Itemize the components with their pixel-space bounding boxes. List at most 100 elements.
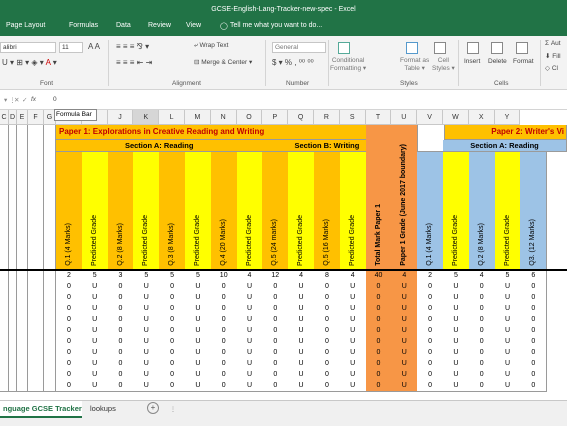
cell-value: 0 <box>531 382 536 389</box>
data-cell[interactable]: U <box>391 380 419 392</box>
cell-value: 0 <box>479 371 484 378</box>
column-header-r[interactable]: R <box>314 110 340 125</box>
tell-me-box[interactable]: Tell me what you want to do... <box>230 22 322 29</box>
column-header-s[interactable]: S <box>339 110 366 125</box>
data-cell[interactable]: 0 <box>210 380 238 392</box>
column-header-k[interactable]: K <box>133 110 160 125</box>
number-format-box[interactable]: General <box>272 42 326 53</box>
cell-value: 0 <box>479 316 484 323</box>
data-cell[interactable]: 0 <box>365 380 393 392</box>
tab-formulas[interactable]: Formulas <box>69 22 98 29</box>
delete-icon[interactable] <box>491 42 503 54</box>
data-cell[interactable]: U <box>443 380 470 392</box>
delete-button[interactable]: Delete <box>488 58 507 65</box>
clear-button[interactable]: ◇ Cl <box>545 64 558 72</box>
format-icon[interactable] <box>516 42 528 54</box>
cell-value: U <box>92 338 98 345</box>
cell-value: 0 <box>428 283 433 290</box>
separator <box>540 40 541 86</box>
cell-value: 12 <box>271 272 280 279</box>
cell-styles-button[interactable]: Cell Styles ▾ <box>432 57 455 72</box>
cell-value: U <box>401 349 407 356</box>
data-cell[interactable] <box>28 380 44 392</box>
insert-button[interactable]: Insert <box>464 58 480 65</box>
data-cell[interactable]: U <box>288 380 315 392</box>
data-cell[interactable] <box>44 380 56 392</box>
column-header-m[interactable]: M <box>185 110 211 125</box>
merge-center-button[interactable]: ⊟ Merge & Center ▾ <box>194 58 252 66</box>
tab-view[interactable]: View <box>186 22 201 29</box>
data-cell[interactable]: 0 <box>262 380 290 392</box>
grow-font-icon[interactable]: A A <box>88 42 100 51</box>
cell-value: U <box>453 305 459 312</box>
add-sheet-button[interactable]: + <box>147 402 159 414</box>
data-cell[interactable]: 0 <box>107 380 135 392</box>
column-header-v[interactable]: V <box>417 110 443 125</box>
data-cell[interactable]: U <box>185 380 212 392</box>
cell-styles-icon[interactable] <box>434 42 446 54</box>
font-group-label: Font <box>40 80 54 87</box>
cell-value: 5 <box>195 272 200 279</box>
question-header-cell: Predicted Grade <box>236 152 264 270</box>
tab-data[interactable]: Data <box>116 22 131 29</box>
tab-review[interactable]: Review <box>148 22 171 29</box>
underline-icon[interactable]: U ▾ ⊞ ▾ ◈ ▾ A ▾ <box>2 58 57 67</box>
ribbon-tabs: Page Layout Formulas Data Review View ◯ … <box>0 19 567 36</box>
cell-value: U <box>246 371 253 378</box>
conditional-formatting-button[interactable]: Conditional Formatting ▾ <box>330 57 366 72</box>
cell-value: 0 <box>531 371 536 378</box>
format-as-table-icon[interactable] <box>406 42 418 54</box>
wrap-text-button[interactable]: ⤶ Wrap Text <box>194 42 228 50</box>
column-header-d[interactable]: D <box>9 110 17 125</box>
sheet-tab-lookups[interactable]: lookups <box>90 404 116 413</box>
column-header-x[interactable]: X <box>468 110 495 125</box>
enter-icon[interactable]: ✓ <box>22 96 27 104</box>
align-icons[interactable]: ≡ ≡ ≡ ⅋ ▾ <box>116 42 149 51</box>
data-cell[interactable]: U <box>494 380 522 392</box>
align-icons-2[interactable]: ≡ ≡ ≡ ⇤ ⇥ <box>116 58 152 67</box>
fx-icon[interactable]: fx <box>31 96 36 103</box>
fill-button[interactable]: ⬇ Fill <box>545 52 561 60</box>
data-cell[interactable]: 0 <box>520 380 548 392</box>
data-cell[interactable]: 0 <box>159 380 186 392</box>
data-cell[interactable] <box>17 380 28 392</box>
column-header-o[interactable]: O <box>236 110 263 125</box>
data-cell[interactable]: 0 <box>314 380 341 392</box>
conditional-formatting-icon[interactable] <box>338 42 350 54</box>
data-cell[interactable]: 0 <box>417 380 444 392</box>
column-header-t[interactable]: T <box>365 110 392 125</box>
column-header-n[interactable]: N <box>210 110 237 125</box>
column-header-j[interactable]: J <box>107 110 134 125</box>
cell-value: 0 <box>170 316 175 323</box>
data-cell[interactable]: U <box>236 380 264 392</box>
data-cell[interactable] <box>0 380 9 392</box>
column-header-l[interactable]: L <box>159 110 185 125</box>
column-header-c[interactable]: C <box>0 110 9 125</box>
data-cell[interactable]: U <box>81 380 109 392</box>
tab-scroll-dots[interactable]: ⋮ <box>170 406 176 413</box>
column-header-q[interactable]: Q <box>288 110 314 125</box>
cancel-icon[interactable]: ✕ <box>14 96 19 104</box>
data-cell[interactable]: 0 <box>468 380 496 392</box>
font-name-box[interactable]: alibri <box>0 42 56 53</box>
column-header-f[interactable]: F <box>28 110 44 125</box>
column-header-u[interactable]: U <box>391 110 418 125</box>
column-header-p[interactable]: P <box>262 110 289 125</box>
column-header-y[interactable]: Y <box>494 110 521 125</box>
font-size-box[interactable]: 11 <box>59 42 83 53</box>
data-cell[interactable] <box>9 380 17 392</box>
tab-page-layout[interactable]: Page Layout <box>6 22 45 29</box>
format-button[interactable]: Format <box>513 58 534 65</box>
column-header-w[interactable]: W <box>443 110 469 125</box>
column-header-e[interactable]: E <box>17 110 28 125</box>
cell-value: 4 <box>479 272 484 279</box>
autosum-button[interactable]: Σ Aut <box>545 40 561 47</box>
formula-input[interactable]: 0 <box>53 96 57 103</box>
data-cell[interactable]: U <box>339 380 367 392</box>
data-cell[interactable]: U <box>133 380 161 392</box>
currency-icons[interactable]: $ ▾ % , ⁰⁰ ⁰⁰ <box>272 58 314 67</box>
sheet-tab-tracker[interactable]: nguage GCSE Tracker <box>0 401 82 418</box>
data-cell[interactable]: 0 <box>56 380 83 392</box>
format-as-table-button[interactable]: Format as Table ▾ <box>400 57 429 72</box>
insert-icon[interactable] <box>467 42 479 54</box>
